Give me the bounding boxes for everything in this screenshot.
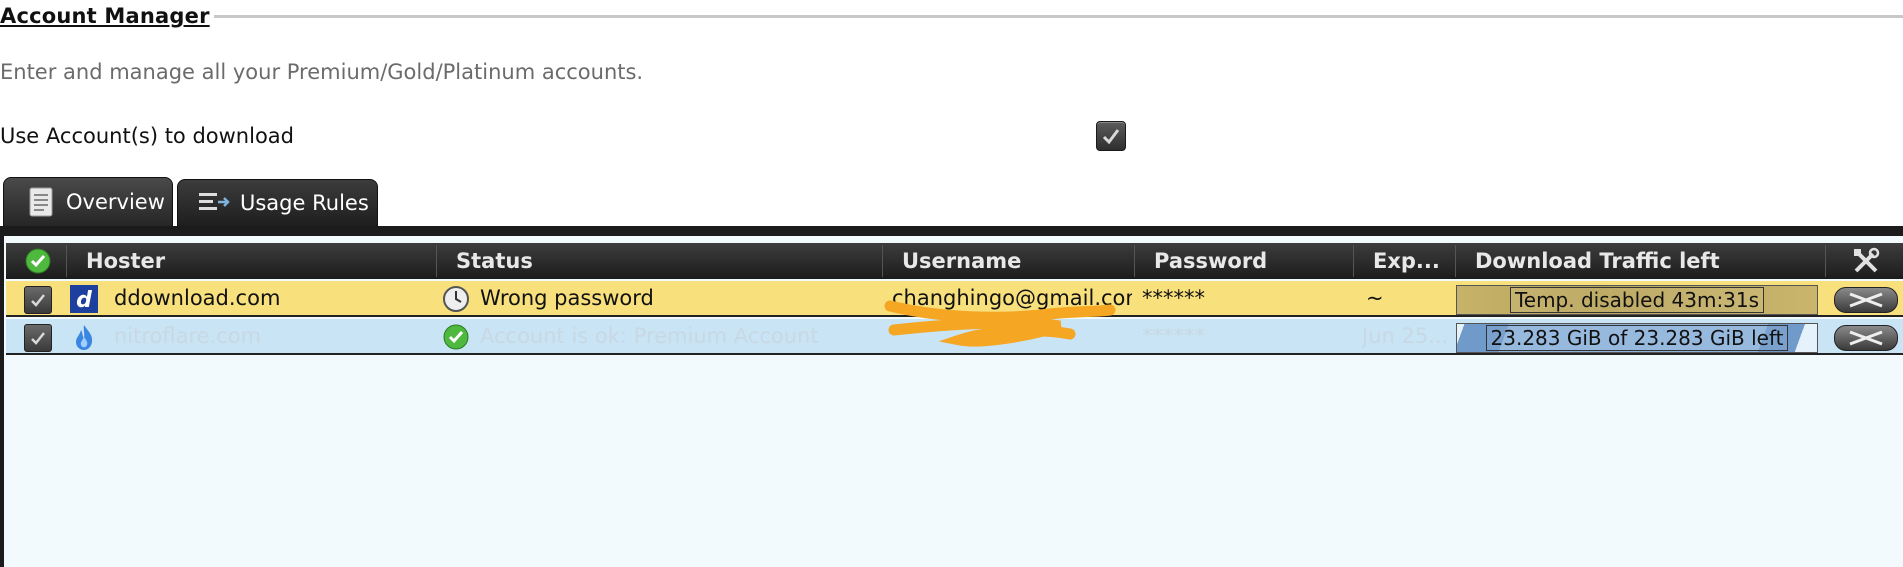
expiry-text: Jun 25... [1362,324,1449,348]
row-enabled-checkbox[interactable] [24,324,52,352]
checkmark-icon [1102,129,1120,144]
green-check-icon [25,248,51,274]
traffic-bar: 23.283 GiB of 23.283 GiB left [1456,323,1818,353]
nitroflare-flame-icon [76,325,93,350]
tools-icon [1849,330,1883,346]
header-password[interactable]: Password [1134,243,1353,279]
page-title: Account Manager [0,4,210,28]
header-expiry[interactable]: Exp... [1353,243,1455,279]
document-icon [28,187,54,217]
username-text [892,319,1132,353]
password-text: ****** [1142,286,1205,310]
checkmark-icon [31,294,45,307]
tab-usage-rules-label: Usage Rules [240,191,369,215]
tools-icon [1849,292,1883,308]
clock-icon [443,286,469,312]
hoster-name: ddownload.com [114,286,281,310]
traffic-text: 23.283 GiB of 23.283 GiB left [1485,325,1789,351]
traffic-text: Temp. disabled 43m:31s [1509,287,1765,313]
use-accounts-label: Use Account(s) to download [0,124,294,148]
password-text: ****** [1142,324,1205,348]
hoster-name: nitroflare.com [114,324,262,348]
svg-text:d: d [76,288,92,313]
ddownload-icon: d [70,285,98,313]
row-enabled-checkbox[interactable] [24,286,52,314]
tab-panel-top-bar [0,226,1903,236]
green-check-icon [443,324,469,350]
header-status[interactable]: Status [436,243,882,279]
tab-overview-label: Overview [66,190,165,214]
expiry-text: ~ [1366,286,1384,310]
tab-usage-rules[interactable]: Usage Rules [177,179,378,227]
header-download-traffic[interactable]: Download Traffic left [1455,243,1825,279]
header-tools[interactable] [1825,243,1903,279]
traffic-bar: Temp. disabled 43m:31s [1456,285,1818,315]
header-username[interactable]: Username [882,243,1134,279]
header-hoster[interactable]: Hoster [66,243,436,279]
tab-overview[interactable]: Overview [3,177,173,227]
table-header: Hoster Status Username Password Exp... D… [6,243,1903,279]
page-header: Account Manager [0,0,1903,34]
usage-rules-icon [198,190,230,216]
header-enabled-column[interactable] [6,243,66,279]
status-text: Account is ok: Premium Account [480,324,819,348]
table-row[interactable]: nitroflare.com Account is ok: Premium Ac… [6,319,1903,355]
username-text: changhingo@gmail.com [892,286,1132,310]
title-divider [214,15,1903,18]
use-accounts-checkbox[interactable] [1096,121,1126,151]
status-text: Wrong password [480,286,654,310]
page-description: Enter and manage all your Premium/Gold/P… [0,60,644,84]
account-tools-button[interactable] [1834,287,1898,313]
account-tools-button[interactable] [1834,325,1898,351]
table-row[interactable]: d ddownload.com Wrong password changhing… [6,281,1903,317]
tools-icon [1854,247,1880,273]
checkmark-icon [31,332,45,345]
